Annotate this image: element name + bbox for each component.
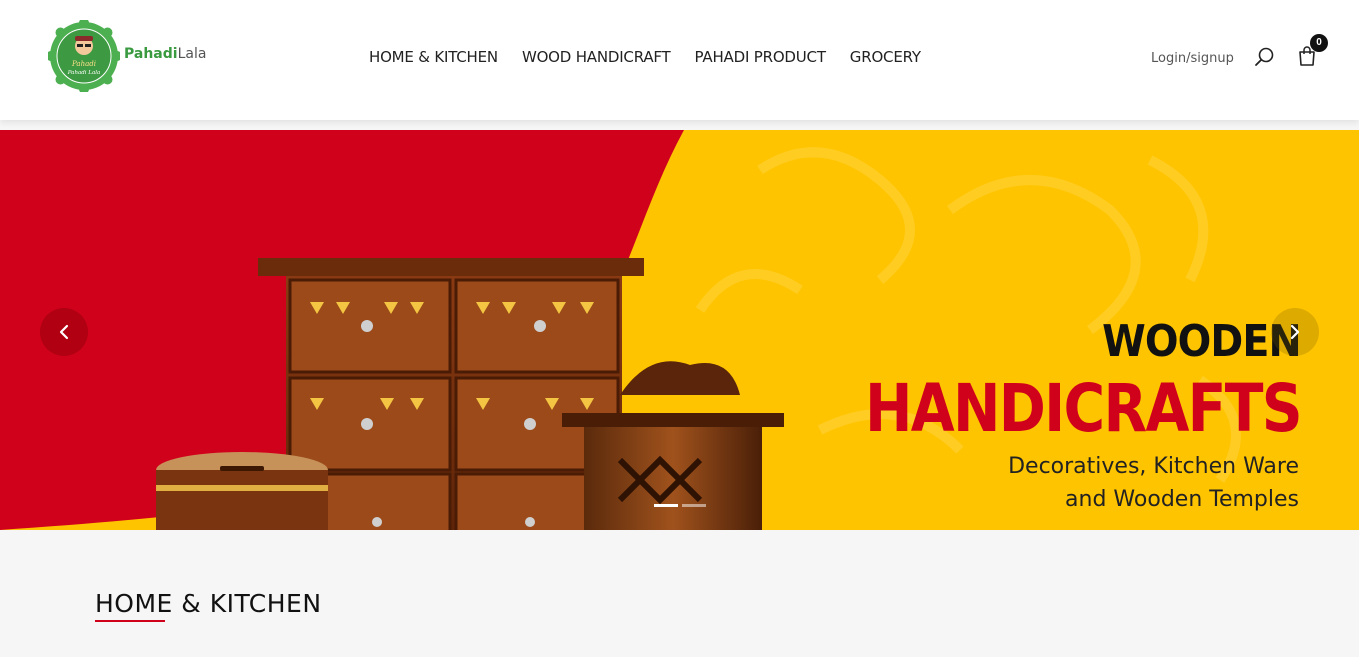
brand-part2: Lala [177,46,207,62]
site-header: Pahadi Pahadi Lala PahadiLala HOME & KIT… [0,0,1359,120]
nav-pahadi-product[interactable]: PAHADI PRODUCT [695,48,826,66]
nav-grocery[interactable]: GROCERY [850,48,921,66]
login-signup-link[interactable]: Login/signup [1151,51,1234,66]
carousel-next-button[interactable] [1271,308,1319,356]
search-icon[interactable] [1254,46,1276,68]
logo-text-bottom: Pahadi Lala [67,70,101,76]
hero-banner: WOODEN HANDICRAFTS Decoratives, Kitchen … [0,130,1359,530]
logo-text-top: Pahadi [71,60,96,68]
nav-wood-handicraft[interactable]: WOOD HANDICRAFT [522,48,671,66]
logo[interactable]: Pahadi Pahadi Lala [48,20,120,92]
carousel-dot-1[interactable] [654,504,678,507]
cart-count-badge: 0 [1310,34,1328,52]
carousel-indicators [654,504,706,507]
main-nav: HOME & KITCHEN WOOD HANDICRAFT PAHADI PR… [369,48,945,66]
nav-home-kitchen[interactable]: HOME & KITCHEN [369,48,498,66]
brand-part1: Pahadi [124,46,178,62]
banner-headline-2: HANDICRAFTS [865,370,1303,447]
banner-subline-1: Decoratives, Kitchen Ware [1008,454,1299,479]
chevron-right-icon [1290,324,1300,340]
brand-name[interactable]: PahadiLala [124,46,206,62]
chevron-left-icon [59,324,69,340]
section-title-underline [95,620,165,622]
carousel-dot-2[interactable] [682,504,706,507]
section-title: HOME & KITCHEN [95,589,322,618]
carousel-prev-button[interactable] [40,308,88,356]
banner-subline-2: and Wooden Temples [1065,487,1299,512]
